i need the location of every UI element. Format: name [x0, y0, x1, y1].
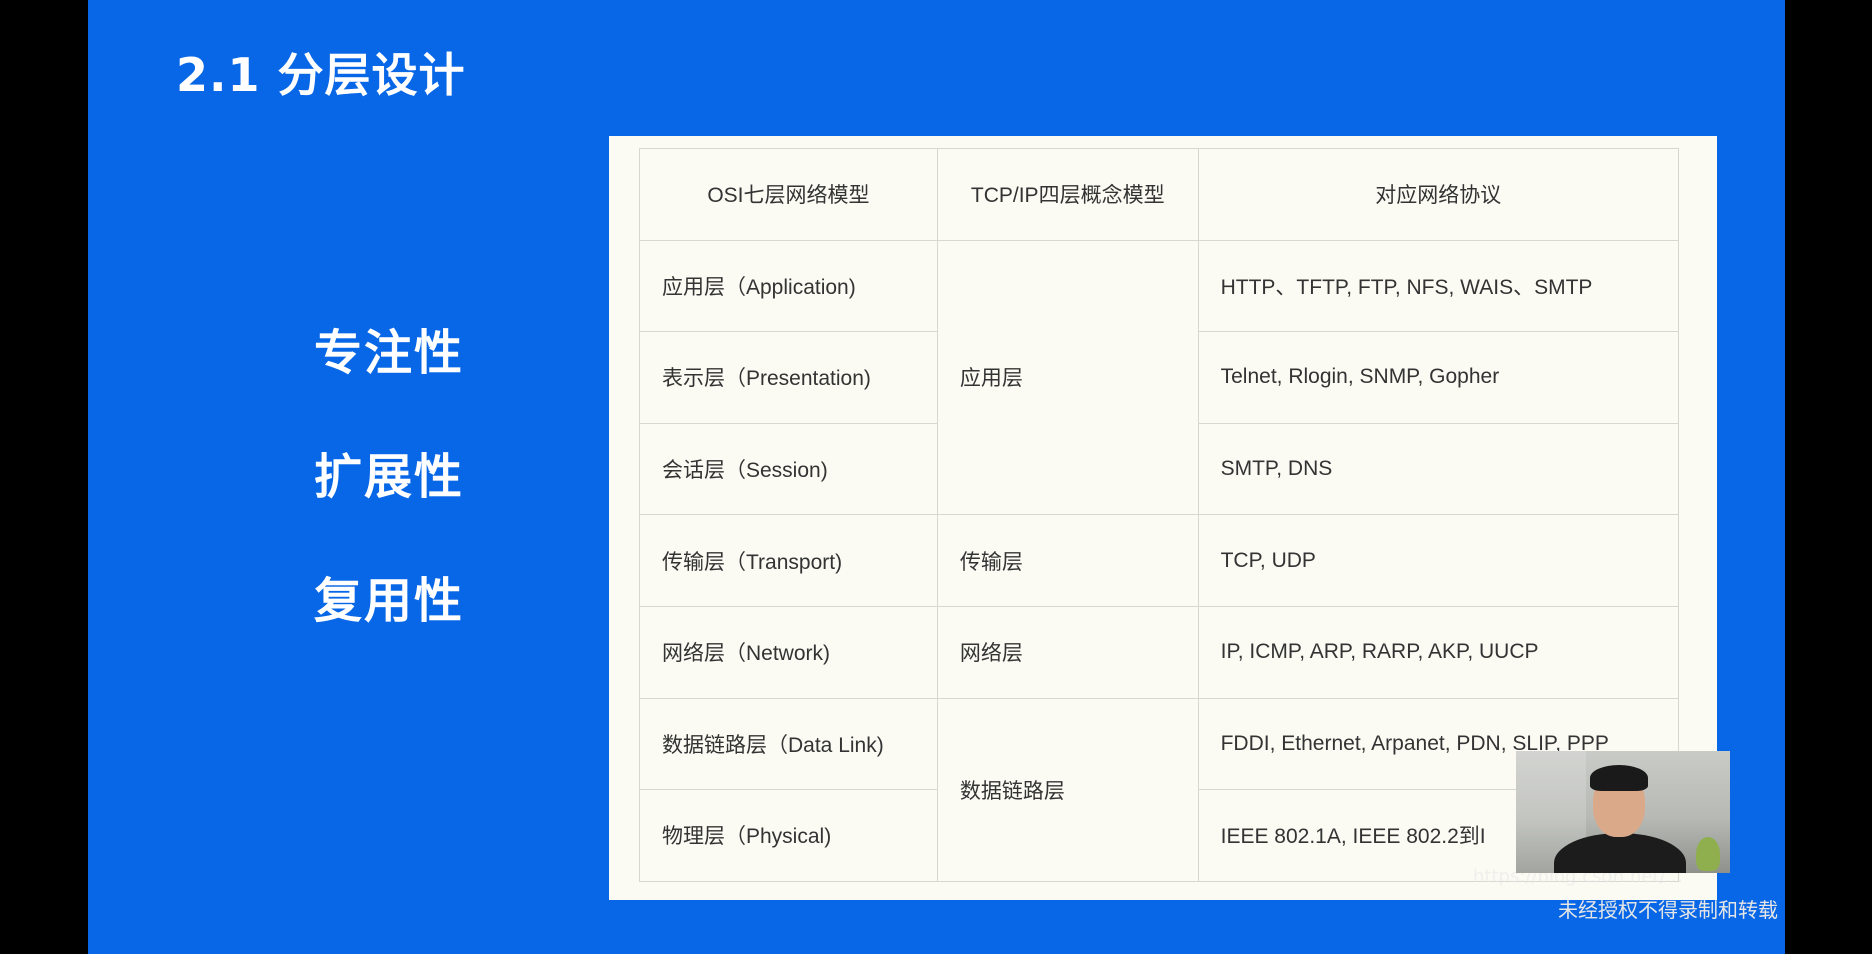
table-row: 传输层（Transport) 传输层 TCP, UDP	[639, 514, 1680, 607]
protocols-network: IP, ICMP, ARP, RARP, AKP, UUCP	[1197, 605, 1680, 699]
osi-layer-application: 应用层（Application)	[639, 239, 938, 333]
osi-layer-network: 网络层（Network)	[639, 605, 938, 699]
video-screen: 2.1 分层设计 专注性 扩展性 复用性 OSI七层网络模型 TCP/IP四层概…	[0, 0, 1872, 954]
table-row: 网络层（Network) 网络层 IP, ICMP, ARP, RARP, AK…	[639, 605, 1680, 699]
keyword-extensibility: 扩展性	[314, 449, 465, 505]
header-osi-model: OSI七层网络模型	[639, 148, 938, 241]
tcpip-layer-network: 网络层	[936, 605, 1199, 699]
header-tcpip-model: TCP/IP四层概念模型	[936, 148, 1199, 241]
table-row: 应用层（Application) 应用层 HTTP、TFTP, FTP, NFS…	[639, 239, 1680, 516]
presenter-webcam	[1516, 751, 1730, 873]
keyword-reusability: 复用性	[314, 573, 465, 629]
protocols-presentation: Telnet, Rlogin, SNMP, Gopher	[1197, 331, 1680, 424]
protocols-session: SMTP, DNS	[1197, 422, 1680, 516]
tcpip-layer-application: 应用层	[936, 239, 1199, 516]
protocols-transport: TCP, UDP	[1197, 514, 1680, 607]
osi-layer-session: 会话层（Session)	[639, 422, 938, 516]
osi-layer-presentation: 表示层（Presentation)	[639, 331, 938, 424]
tcpip-layer-transport: 传输层	[936, 514, 1199, 607]
osi-layer-datalink: 数据链路层（Data Link)	[639, 697, 938, 791]
slide-title: 2.1 分层设计	[176, 48, 466, 102]
tcpip-layer-datalink: 数据链路层	[936, 697, 1199, 882]
osi-layer-transport: 传输层（Transport)	[639, 514, 938, 607]
osi-layer-physical: 物理层（Physical)	[639, 789, 938, 882]
protocols-application: HTTP、TFTP, FTP, NFS, WAIS、SMTP	[1197, 239, 1680, 333]
table-header-row: OSI七层网络模型 TCP/IP四层概念模型 对应网络协议	[639, 148, 1680, 241]
keyword-list: 专注性 扩展性 复用性	[314, 318, 484, 690]
keyword-focus: 专注性	[314, 325, 465, 381]
copyright-watermark: 未经授权不得录制和转载	[1558, 898, 1778, 922]
header-protocols: 对应网络协议	[1197, 148, 1680, 241]
